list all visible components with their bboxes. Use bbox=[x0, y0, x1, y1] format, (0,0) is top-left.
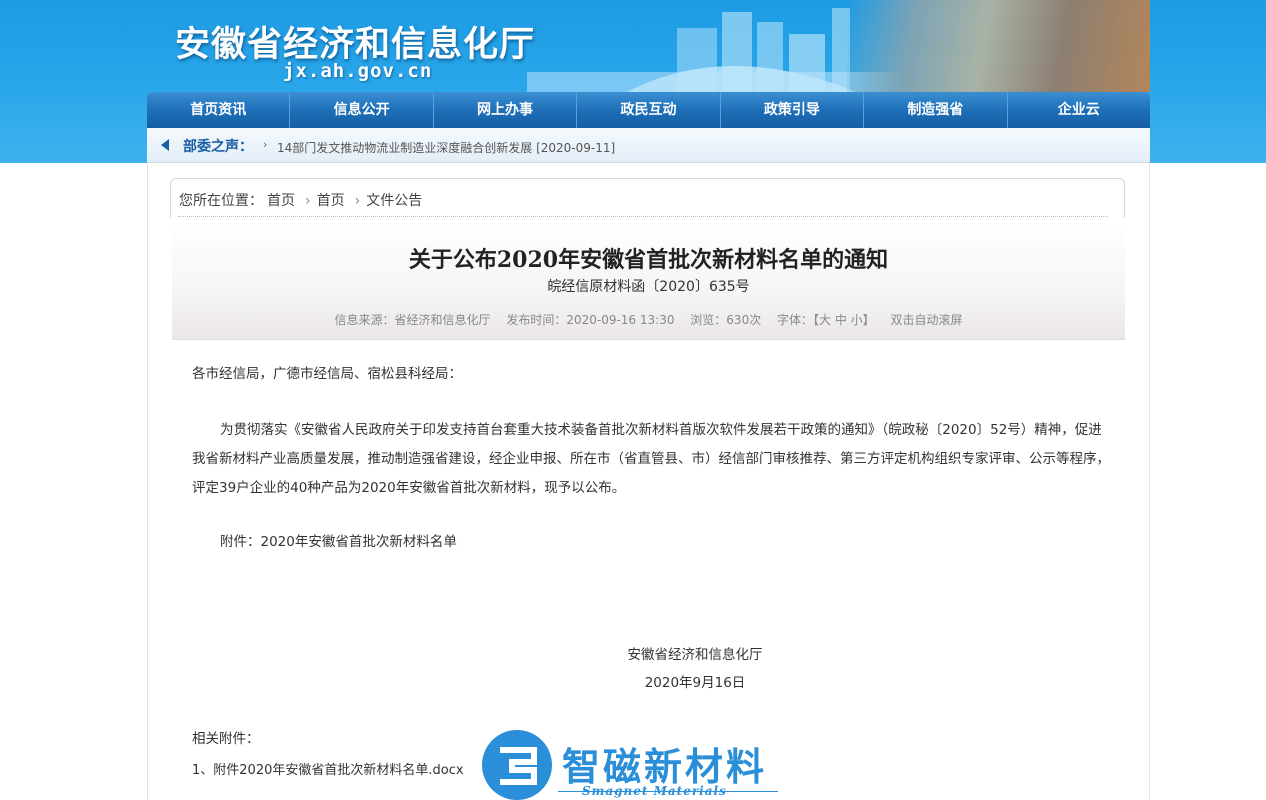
related-attachment-link[interactable]: 1、附件2020年安徽省首批次新材料名单.docx bbox=[192, 759, 464, 778]
speaker-icon bbox=[161, 139, 169, 151]
signature-org: 安徽省经济和信息化厅 bbox=[627, 647, 763, 663]
article-title: 关于公布2020年安徽省首批次新材料名单的通知 bbox=[408, 247, 889, 273]
main-nav: 首页资讯 信息公开 网上办事 政民互动 政策引导 制造强省 企业云 bbox=[147, 92, 1150, 128]
watermark-name: 智磁新材料 bbox=[562, 745, 768, 789]
voice-news-link[interactable]: 14部门发文推动物流业制造业深度融合创新发展 [2020-09-11] bbox=[277, 139, 615, 156]
nav-item-manufacturing[interactable]: 制造强省 bbox=[864, 92, 1008, 128]
auto-scroll-hint: 双击自动滚屏 bbox=[890, 313, 963, 327]
meta-time: 发布时间：2020-09-16 13:30 bbox=[506, 313, 675, 327]
breadcrumb-link-notices[interactable]: 文件公告 bbox=[366, 193, 422, 209]
related-attachments-title: 相关附件： bbox=[192, 731, 260, 747]
magnet-logo-icon bbox=[482, 730, 552, 800]
signature-date: 2020年9月16日 bbox=[644, 675, 746, 691]
factory-robot-image bbox=[847, 0, 1150, 92]
chevron-right-icon: › bbox=[354, 193, 361, 209]
breadcrumb-box: 您所在位置： 首页 › 首页 › 文件公告 bbox=[170, 178, 1125, 218]
voice-label: 部委之声： bbox=[183, 139, 253, 155]
breadcrumb-prefix: 您所在位置： bbox=[179, 193, 263, 209]
breadcrumb-link-home[interactable]: 首页 bbox=[267, 193, 295, 209]
breadcrumb: 您所在位置： 首页 › 首页 › 文件公告 bbox=[179, 190, 426, 210]
nav-item-policy[interactable]: 政策引导 bbox=[721, 92, 865, 128]
nav-item-home-news[interactable]: 首页资讯 bbox=[147, 92, 291, 128]
site-header: 安徽省经济和信息化厅 jx.ah.gov.cn bbox=[147, 0, 1150, 92]
ministry-voice-bar: 部委之声： › 14部门发文推动物流业制造业深度融合创新发展 [2020-09-… bbox=[147, 128, 1150, 163]
article-header: 关于公布2020年安徽省首批次新材料名单的通知 皖经信原材料函〔2020〕635… bbox=[172, 222, 1125, 340]
watermark-subtitle: Smagnet Materials bbox=[582, 784, 727, 798]
article-greeting: 各市经信局，广德市经信局、宿松县科经局： bbox=[192, 366, 462, 382]
breadcrumb-link-home-2[interactable]: 首页 bbox=[317, 193, 345, 209]
nav-item-interaction[interactable]: 政民互动 bbox=[577, 92, 721, 128]
article-meta: 信息来源：省经济和信息化厅 发布时间：2020-09-16 13:30 浏览：6… bbox=[172, 311, 1125, 328]
article-attachment-note: 附件：2020年安徽省首批次新材料名单 bbox=[220, 534, 457, 550]
nav-item-online-service[interactable]: 网上办事 bbox=[434, 92, 578, 128]
meta-views: 浏览：630次 bbox=[690, 313, 762, 327]
chevron-right-icon: › bbox=[263, 138, 268, 151]
article-body: 为贯彻落实《安徽省人民政府关于印发支持首台套重大技术装备首批次新材料首版次软件发… bbox=[192, 422, 1110, 496]
chevron-right-icon: › bbox=[305, 193, 311, 209]
divider bbox=[178, 216, 1108, 217]
site-url: jx.ah.gov.cn bbox=[283, 60, 433, 82]
signature-block: 安徽省经济和信息化厅 2020年9月16日 bbox=[590, 641, 800, 697]
meta-source: 信息来源：省经济和信息化厅 bbox=[334, 313, 491, 327]
watermark-logo: 智磁新材料 Smagnet Materials bbox=[482, 730, 782, 800]
document-number: 皖经信原材料函〔2020〕635号 bbox=[547, 279, 750, 295]
nav-item-enterprise-cloud[interactable]: 企业云 bbox=[1008, 92, 1150, 128]
nav-item-info-disclosure[interactable]: 信息公开 bbox=[290, 92, 434, 128]
font-size-switcher[interactable]: 字体：【大 中 小】 bbox=[777, 313, 875, 327]
